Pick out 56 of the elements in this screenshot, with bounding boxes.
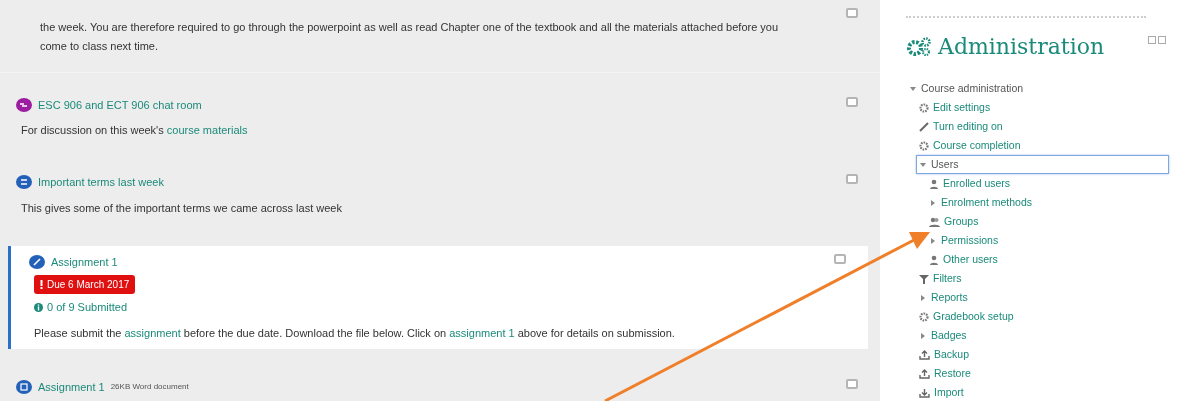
inline-link[interactable]: course materials bbox=[166, 124, 248, 136]
info-icon bbox=[34, 302, 43, 312]
gears-icon bbox=[906, 35, 932, 58]
tree-item[interactable]: Filters bbox=[916, 269, 965, 288]
document-icon bbox=[16, 379, 32, 394]
tree-item[interactable]: Groups bbox=[926, 212, 982, 231]
tree-item[interactable]: Backup bbox=[916, 345, 973, 364]
filter-icon bbox=[919, 273, 929, 284]
gear-icon bbox=[919, 140, 929, 151]
tree-item[interactable]: Other users bbox=[926, 250, 1001, 269]
file-details: 26KB Word document bbox=[110, 380, 189, 393]
user-icon bbox=[929, 254, 939, 265]
section-summary: the week. You are therefore required to go through the powerpoint as well as read Chapter one of the textbook and all the materials attached before you come to class next time. bbox=[40, 20, 780, 54]
completion-checkbox[interactable] bbox=[834, 253, 846, 264]
upload-icon bbox=[919, 368, 930, 379]
gear-icon bbox=[919, 311, 929, 322]
chat-icon bbox=[16, 97, 32, 112]
completion-checkbox[interactable] bbox=[846, 8, 858, 18]
activity-title[interactable]: Assignment 1 bbox=[38, 378, 105, 395]
tree-item[interactable]: Reports bbox=[916, 288, 971, 307]
submission-count[interactable]: 0 of 9 Submitted bbox=[47, 299, 128, 316]
pencil-icon bbox=[919, 121, 929, 132]
due-date-badge: Due 6 March 2017 bbox=[34, 275, 136, 294]
tree-item[interactable]: Enrolment methods bbox=[926, 193, 1036, 212]
tree-item[interactable]: Turn editing on bbox=[916, 117, 1006, 136]
tree-item[interactable]: Course administration bbox=[906, 79, 1027, 98]
tree-item[interactable]: Enrolled users bbox=[926, 174, 1014, 193]
completion-checkbox[interactable] bbox=[846, 174, 858, 184]
tree-item[interactable]: Import bbox=[916, 383, 967, 401]
download-icon bbox=[919, 387, 930, 398]
inline-link[interactable]: assignment bbox=[124, 326, 181, 339]
block-controls-icon[interactable] bbox=[1148, 36, 1166, 44]
completion-checkbox[interactable] bbox=[846, 96, 858, 107]
group-icon bbox=[929, 216, 940, 227]
activity-description: This gives some of the important terms we came across last week bbox=[21, 200, 342, 216]
user-icon bbox=[929, 178, 939, 189]
inline-link[interactable]: assignment 1 bbox=[449, 326, 515, 339]
exclamation-icon bbox=[40, 280, 43, 289]
activity-title[interactable]: Important terms last week bbox=[38, 174, 164, 191]
page-icon bbox=[16, 175, 32, 190]
activity-description: Please submit the assignment before the due date. Download the file below. Click on assignment 1 above for details on submission. bbox=[34, 325, 675, 341]
tree-item[interactable]: Edit settings bbox=[916, 98, 994, 117]
upload-icon bbox=[919, 349, 930, 360]
tree-item[interactable]: Users bbox=[916, 155, 1169, 174]
tree-item[interactable]: Gradebook setup bbox=[916, 307, 1017, 326]
block-title: Administration bbox=[938, 33, 1105, 61]
tree-item[interactable]: Badges bbox=[916, 326, 970, 345]
tree-item[interactable]: Restore bbox=[916, 364, 974, 383]
activity-description: For discussion on this week's course materials bbox=[21, 123, 248, 138]
pen-icon bbox=[29, 254, 45, 269]
completion-checkbox[interactable] bbox=[846, 378, 858, 389]
activity-title[interactable]: ESC 906 and ECT 906 chat room bbox=[38, 96, 202, 113]
gear-icon bbox=[919, 102, 929, 113]
tree-item[interactable]: Course completion bbox=[916, 136, 1024, 155]
activity-title[interactable]: Assignment 1 bbox=[51, 253, 118, 270]
tree-item[interactable]: Permissions bbox=[926, 231, 1002, 250]
